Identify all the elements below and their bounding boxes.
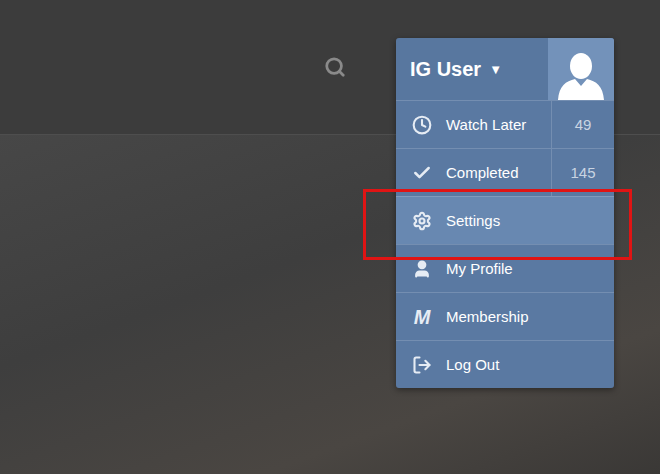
menu-item-count: 49 [551,101,614,148]
user-menu: IG User▼ Watch Later 49 Completed 145 Setting… [396,38,614,388]
user-menu-header[interactable]: IG User▼ [396,38,614,100]
menu-item[interactable]: My Profile [396,244,614,292]
caret[interactable]: ▼ [489,62,502,77]
menu-item-label[interactable]: My Profile [446,260,513,277]
logout-icon [412,355,432,375]
membership-icon: M [414,307,431,327]
avatar-icon [556,48,606,100]
menu-item-count: 145 [551,149,614,196]
clock-icon [412,115,432,135]
search-icon[interactable] [324,56,346,78]
menu-item-label[interactable]: Settings [446,212,500,229]
menu-item-label[interactable]: Watch Later [446,116,526,133]
check-icon [412,163,432,183]
username[interactable]: IG User▼ [396,38,548,100]
user-icon [412,259,432,279]
menu-item-label[interactable]: Membership [446,308,529,325]
menu-item[interactable]: Watch Later 49 [396,100,614,148]
menu-item[interactable]: Completed 145 [396,148,614,196]
gear-icon [412,211,432,231]
menu-item-label[interactable]: Completed [446,164,519,181]
avatar[interactable] [548,38,614,100]
menu-item[interactable]: M Membership [396,292,614,340]
page: IG User▼ Watch Later 49 Completed 145 Setting… [0,0,660,474]
menu-item[interactable]: Settings [396,196,614,244]
menu-item-label[interactable]: Log Out [446,356,499,373]
menu-item[interactable]: Log Out [396,340,614,388]
